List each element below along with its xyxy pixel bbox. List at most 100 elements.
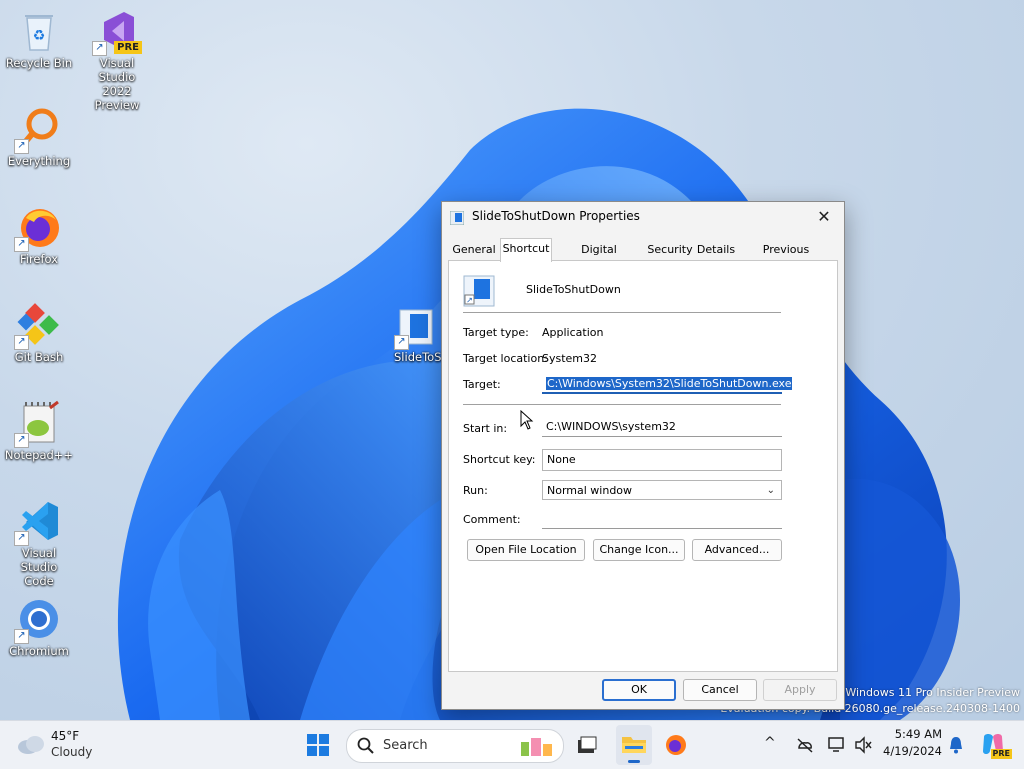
svg-text:↗: ↗ xyxy=(466,296,473,305)
desktop-icon-label: Recycle Bin xyxy=(5,56,73,70)
network-offline-icon[interactable] xyxy=(796,736,814,754)
comment-input[interactable] xyxy=(542,509,782,529)
desktop-icon-label: Everything xyxy=(7,154,71,168)
desktop-icon-label: Visual Studio 2022 Preview xyxy=(94,56,140,112)
desktop-icon-label: Chromium xyxy=(9,644,69,658)
desktop-icon-vscode[interactable]: ↗ Visual Studio Code xyxy=(2,498,76,588)
desktop-icon-firefox[interactable]: ↗ Firefox xyxy=(2,204,76,266)
desktop-icon-chromium[interactable]: ↗ Chromium xyxy=(2,596,76,658)
dialog-title-bar[interactable]: SlideToShutDown Properties ✕ xyxy=(442,202,844,232)
shortcut-arrow-icon: ↗ xyxy=(14,433,29,448)
taskbar: 45°F Cloudy Search ^ 5:49 AM 4/19/2024 P… xyxy=(0,720,1024,769)
desktop-icon-label: Git Bash xyxy=(14,350,64,364)
shortcut-arrow-icon: ↗ xyxy=(14,629,29,644)
shortcut-key-label: Shortcut key: xyxy=(463,453,536,466)
shortcut-arrow-icon: ↗ xyxy=(14,335,29,350)
search-label: Search xyxy=(383,738,428,753)
tab-security[interactable]: Security xyxy=(646,240,694,260)
comment-label: Comment: xyxy=(463,513,521,526)
desktop-icon-label: Visual Studio Code xyxy=(20,546,58,588)
tab-details[interactable]: Details xyxy=(696,240,736,260)
target-type-value: Application xyxy=(542,326,604,339)
target-type-label: Target type: xyxy=(463,326,529,339)
slidetoshutdown-icon: ↗ xyxy=(394,308,436,350)
shortcut-arrow-icon: ↗ xyxy=(14,139,29,154)
pre-badge: PRE xyxy=(990,749,1012,759)
start-in-label: Start in: xyxy=(463,422,508,435)
desktop-icon-notepadpp[interactable]: ↗ Notepad++ xyxy=(2,400,76,462)
volume-muted-icon[interactable] xyxy=(854,736,872,754)
task-view-button[interactable] xyxy=(576,734,598,756)
firefox-icon: ↗ xyxy=(14,204,62,252)
clock-date: 4/19/2024 xyxy=(883,744,942,758)
desktop-icon-everything[interactable]: ↗ Everything xyxy=(2,106,76,168)
shortcut-panel: ↗ SlideToShutDown Target type: Applicati… xyxy=(448,260,838,672)
target-input[interactable]: C:\Windows\System32\SlideToShutDown.exe xyxy=(542,374,793,394)
cloud-icon xyxy=(18,736,44,754)
desktop-icon-visual-studio[interactable]: PRE ↗ Visual Studio 2022 Preview xyxy=(80,8,154,112)
shortcut-arrow-icon: ↗ xyxy=(14,237,29,252)
search-icon xyxy=(357,737,374,754)
change-icon-button[interactable]: Change Icon... xyxy=(593,539,685,561)
file-explorer-button[interactable] xyxy=(616,725,652,765)
weather-widget[interactable]: 45°F Cloudy xyxy=(12,727,122,763)
folder-icon xyxy=(622,737,646,753)
svg-text:♻: ♻ xyxy=(33,28,46,44)
clock[interactable]: 5:49 AM 4/19/2024 xyxy=(872,727,942,758)
target-label: Target: xyxy=(463,378,501,391)
ok-button[interactable]: OK xyxy=(602,679,676,701)
desktop-icon-slidetoshutdown[interactable]: ↗ SlideToS xyxy=(386,308,446,364)
run-select-value: Normal window xyxy=(547,484,633,497)
active-indicator xyxy=(628,760,640,763)
firefox-taskbar-button[interactable] xyxy=(664,733,688,757)
target-input-selection: C:\Windows\System32\SlideToShutDown.exe xyxy=(546,377,793,390)
shortcut-arrow-icon: ↗ xyxy=(394,335,409,350)
app-shortcut-icon xyxy=(449,210,465,226)
app-large-icon: ↗ xyxy=(463,275,495,307)
copilot-button[interactable]: PRE xyxy=(980,731,1012,759)
properties-dialog: SlideToShutDown Properties ✕ General Sho… xyxy=(441,201,845,710)
tab-digital-signatures[interactable]: Digital Signatures xyxy=(554,240,644,276)
tab-general[interactable]: General xyxy=(450,240,498,260)
recycle-bin-icon: ♻ xyxy=(16,8,62,54)
notification-bell-icon[interactable] xyxy=(948,736,964,754)
start-in-input[interactable]: C:\WINDOWS\system32 xyxy=(542,417,782,437)
shortcut-arrow-icon: ↗ xyxy=(14,531,29,546)
windows-logo-icon xyxy=(307,734,329,756)
dialog-title: SlideToShutDown Properties xyxy=(472,209,640,223)
cancel-button[interactable]: Cancel xyxy=(683,679,757,701)
notepadpp-icon: ↗ xyxy=(14,400,62,448)
divider xyxy=(463,312,781,313)
chromium-icon: ↗ xyxy=(14,596,62,644)
desktop-icon-recycle-bin[interactable]: ♻ Recycle Bin xyxy=(2,8,76,70)
desktop-icon-label: Notepad++ xyxy=(4,448,74,462)
display-icon[interactable] xyxy=(828,736,846,754)
advanced-button[interactable]: Advanced... xyxy=(692,539,782,561)
taskbar-search[interactable]: Search xyxy=(346,729,564,763)
run-select[interactable]: Normal window ⌄ xyxy=(542,480,782,500)
tab-shortcut[interactable]: Shortcut xyxy=(500,238,552,262)
everything-search-icon: ↗ xyxy=(14,106,62,154)
run-label: Run: xyxy=(463,484,488,497)
vscode-icon: ↗ xyxy=(14,498,62,546)
desktop-icon-label: SlideToS xyxy=(394,350,442,364)
task-view-icon xyxy=(578,736,597,753)
desktop-icon-git-bash[interactable]: ↗ Git Bash xyxy=(2,302,76,364)
shortcut-arrow-icon: ↗ xyxy=(92,41,107,56)
mouse-cursor-icon xyxy=(520,410,534,430)
apply-button[interactable]: Apply xyxy=(763,679,837,701)
close-icon[interactable]: ✕ xyxy=(810,204,838,230)
shortcut-key-input[interactable]: None xyxy=(542,449,782,471)
tab-previous-versions[interactable]: Previous Versions xyxy=(740,240,832,276)
open-file-location-button[interactable]: Open File Location xyxy=(467,539,585,561)
weather-desc: Cloudy xyxy=(51,745,93,759)
search-highlight-icon xyxy=(521,738,552,756)
desktop-icon-label: Firefox xyxy=(19,252,59,266)
divider xyxy=(463,404,781,405)
clock-time: 5:49 AM xyxy=(894,727,942,741)
show-hidden-icons-button[interactable]: ^ xyxy=(764,735,776,751)
git-bash-icon: ↗ xyxy=(14,302,62,350)
firefox-icon xyxy=(666,735,686,755)
chevron-down-icon: ⌄ xyxy=(766,485,775,496)
start-button[interactable] xyxy=(306,733,330,757)
